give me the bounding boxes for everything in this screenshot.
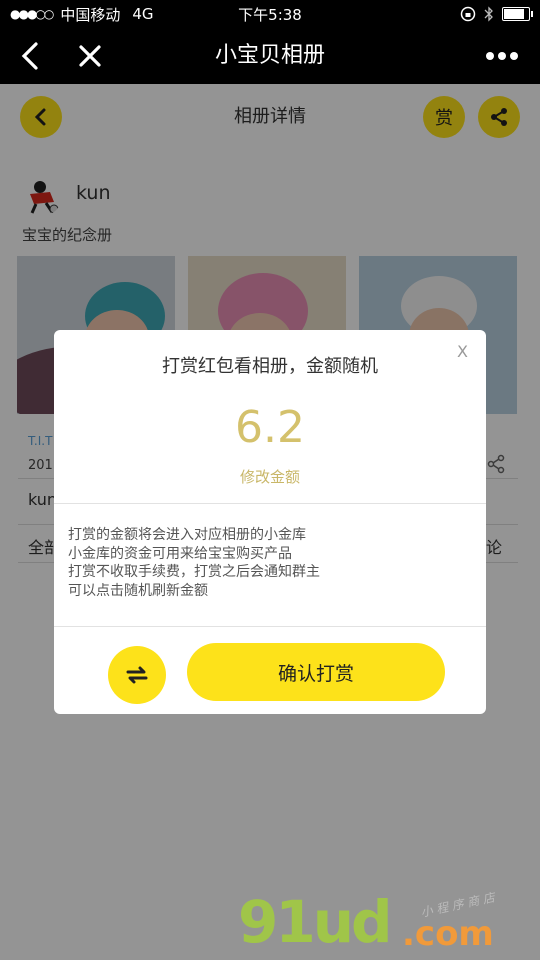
reward-modal: 打赏红包看相册，金额随机 X 6.2 修改金额 打赏的金额将会进入对应相册的小金… — [54, 330, 486, 714]
modal-divider — [54, 626, 486, 627]
note-line: 打赏的金额将会进入对应相册的小金库 — [68, 527, 306, 543]
watermark-logo: 91ud — [238, 888, 393, 956]
watermark-domain: .com — [402, 914, 494, 954]
status-bar: ●●●○○ 中国移动 4G 下午5:38 — [0, 0, 540, 28]
confirm-reward-button[interactable]: 确认打赏 — [187, 643, 445, 701]
refresh-amount-button[interactable] — [108, 646, 166, 704]
nav-bar: 小宝贝相册 — [0, 28, 540, 84]
more-options-icon[interactable] — [484, 46, 520, 66]
carrier-name: 中国移动 — [60, 5, 121, 24]
network-type: 4G — [132, 5, 154, 23]
modal-divider — [54, 503, 486, 504]
reward-notes: 打赏的金额将会进入对应相册的小金库 小金库的资金可用来给宝宝购买产品 打赏不收取… — [68, 526, 320, 600]
note-line: 可以点击随机刷新金额 — [68, 582, 208, 599]
bluetooth-icon — [484, 6, 493, 22]
modal-title: 打赏红包看相册，金额随机 — [162, 356, 378, 377]
refresh-icon — [126, 666, 148, 684]
battery-icon — [502, 7, 533, 21]
modify-amount-link[interactable]: 修改金额 — [54, 466, 486, 487]
modal-close-button[interactable]: X — [457, 342, 468, 361]
orientation-lock-icon — [460, 6, 476, 22]
nav-title: 小宝贝相册 — [214, 43, 325, 68]
note-line: 小金库的资金可用来给宝宝购买产品 — [68, 545, 292, 562]
reward-amount: 6.2 — [235, 402, 305, 453]
note-line: 打赏不收取手续费，打赏之后会通知群主 — [68, 564, 320, 580]
signal-strength-icon: ●●●○○ — [10, 7, 54, 21]
